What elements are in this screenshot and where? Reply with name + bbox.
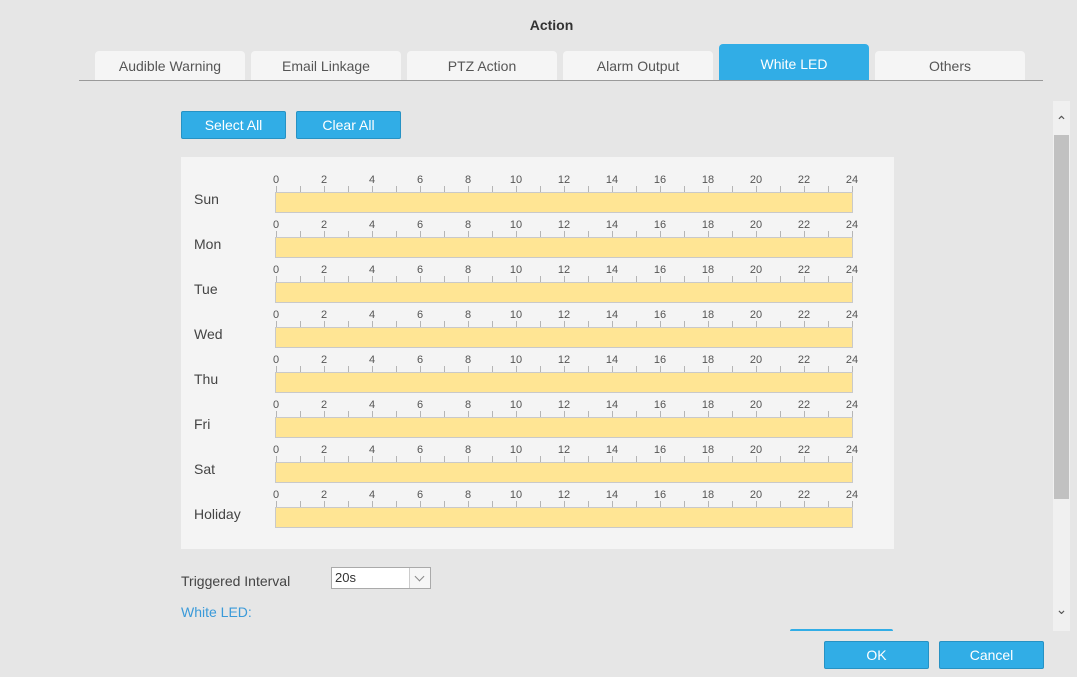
- schedule-bar-wed[interactable]: [275, 327, 853, 348]
- select-all-button[interactable]: Select All: [181, 111, 286, 139]
- tab-bar: Audible Warning Email Linkage PTZ Action…: [79, 43, 1043, 81]
- schedule-bar-holiday[interactable]: [275, 507, 853, 528]
- day-label-wed: Wed: [194, 326, 223, 342]
- schedule-bar-tue[interactable]: [275, 282, 853, 303]
- chevron-down-icon[interactable]: [409, 568, 430, 588]
- scroll-up-icon[interactable]: ⌃: [1053, 113, 1070, 130]
- partial-button-edge: [790, 629, 893, 631]
- hour-ticks: [276, 499, 853, 507]
- tab-email-linkage[interactable]: Email Linkage: [251, 51, 401, 80]
- ok-button[interactable]: OK: [824, 641, 929, 669]
- tab-white-led[interactable]: White LED: [719, 44, 869, 80]
- triggered-interval-select[interactable]: 20s: [331, 567, 431, 589]
- day-label-sat: Sat: [194, 461, 216, 477]
- triggered-interval-value: 20s: [335, 570, 356, 585]
- schedule-bar-fri[interactable]: [275, 417, 853, 438]
- scrollbar[interactable]: ⌃ ⌄: [1053, 101, 1070, 631]
- hour-ticks: [276, 184, 853, 192]
- hour-ticks: [276, 364, 853, 372]
- hour-ticks: [276, 454, 853, 462]
- tab-audible-warning[interactable]: Audible Warning: [95, 51, 245, 80]
- tab-alarm-output[interactable]: Alarm Output: [563, 51, 713, 80]
- white-led-heading: White LED:: [181, 604, 252, 620]
- hour-ticks: [276, 409, 853, 417]
- scroll-down-icon[interactable]: ⌄: [1053, 601, 1070, 618]
- cancel-button[interactable]: Cancel: [939, 641, 1044, 669]
- scroll-thumb[interactable]: [1054, 135, 1069, 499]
- tab-others[interactable]: Others: [875, 51, 1025, 80]
- day-label-holiday: Holiday: [194, 506, 241, 522]
- schedule-grid: Sun 0 2 4 6 8 10 12 14 16 18 20 22 24 Mon 0 2 4 6 8 10 12 14 16…: [181, 157, 894, 549]
- schedule-bar-sun[interactable]: [275, 192, 853, 213]
- hour-ticks: [276, 274, 853, 282]
- day-label-tue: Tue: [194, 281, 218, 297]
- day-label-fri: Fri: [194, 416, 211, 432]
- dialog-title: Action: [529, 17, 574, 33]
- day-label-sun: Sun: [194, 191, 219, 207]
- day-label-thu: Thu: [194, 371, 219, 387]
- day-label-mon: Mon: [194, 236, 222, 252]
- schedule-bar-thu[interactable]: [275, 372, 853, 393]
- hour-ticks: [276, 319, 853, 327]
- schedule-bar-mon[interactable]: [275, 237, 853, 258]
- triggered-interval-label: Triggered Interval: [181, 573, 291, 589]
- tab-ptz-action[interactable]: PTZ Action: [407, 51, 557, 80]
- schedule-bar-sat[interactable]: [275, 462, 853, 483]
- clear-all-button[interactable]: Clear All: [296, 111, 401, 139]
- hour-ticks: [276, 229, 853, 237]
